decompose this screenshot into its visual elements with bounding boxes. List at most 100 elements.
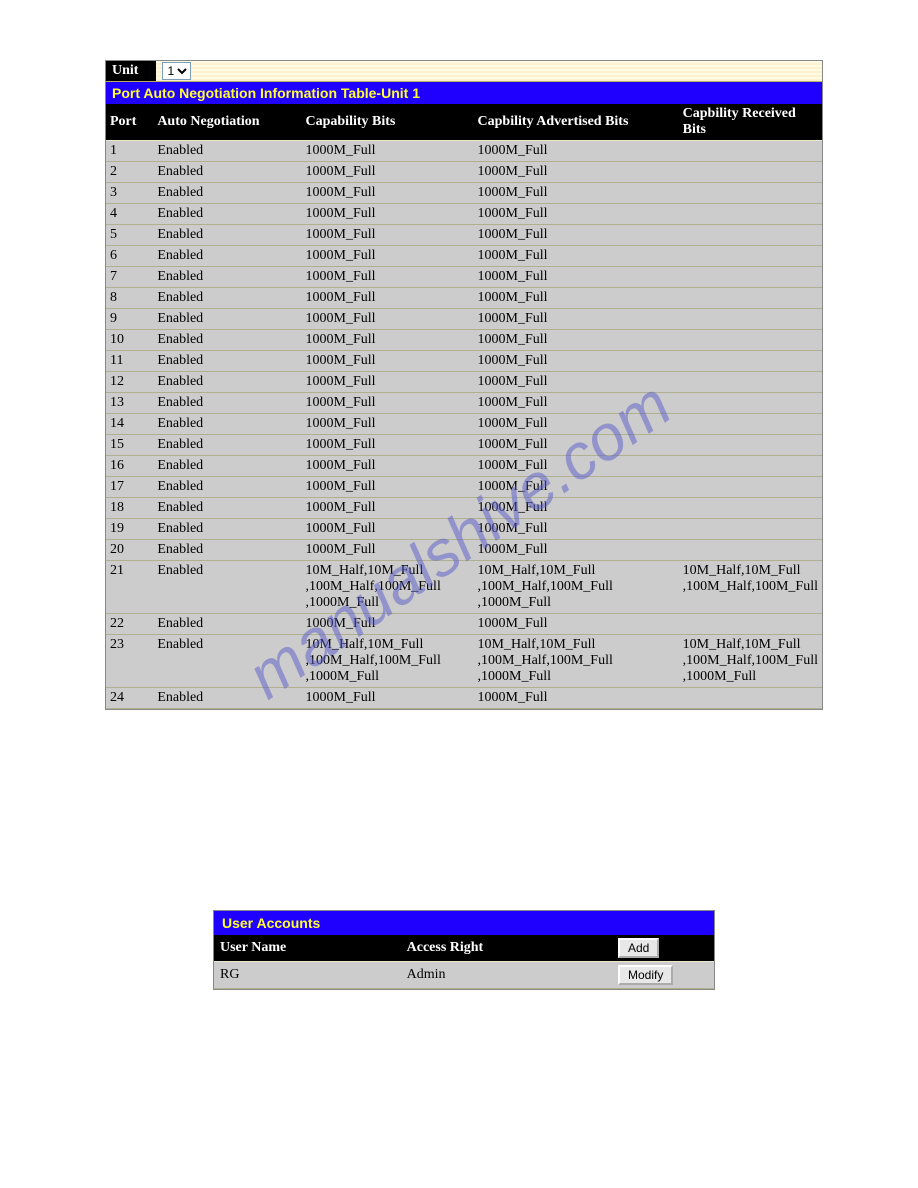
autoneg-cell: Enabled xyxy=(153,414,301,435)
cap-cell: 1000M_Full xyxy=(302,688,474,709)
autoneg-cell: Enabled xyxy=(153,540,301,561)
cap-cell: 1000M_Full xyxy=(302,330,474,351)
adv-cell: 1000M_Full xyxy=(474,309,679,330)
modify-button[interactable]: Modify xyxy=(618,965,673,985)
table-row: 20Enabled1000M_Full1000M_Full xyxy=(106,540,822,561)
adv-cell: 10M_Half,10M_Full,100M_Half,100M_Full,10… xyxy=(474,635,679,688)
autoneg-cell: Enabled xyxy=(153,393,301,414)
col-header-recv: Capbility Received Bits xyxy=(679,104,822,141)
autoneg-cell: Enabled xyxy=(153,309,301,330)
port-cell: 19 xyxy=(106,519,153,540)
table-row: 16Enabled1000M_Full1000M_Full xyxy=(106,456,822,477)
table-row: 3Enabled1000M_Full1000M_Full xyxy=(106,183,822,204)
cap-cell: 1000M_Full xyxy=(302,456,474,477)
recv-cell xyxy=(679,519,822,540)
adv-cell: 1000M_Full xyxy=(474,141,679,162)
port-cell: 13 xyxy=(106,393,153,414)
cap-cell: 1000M_Full xyxy=(302,372,474,393)
table-row: 2Enabled1000M_Full1000M_Full xyxy=(106,162,822,183)
cap-cell: 1000M_Full xyxy=(302,162,474,183)
recv-cell xyxy=(679,225,822,246)
cap-cell: 1000M_Full xyxy=(302,246,474,267)
port-cell: 1 xyxy=(106,141,153,162)
port-cell: 24 xyxy=(106,688,153,709)
recv-cell xyxy=(679,267,822,288)
autoneg-cell: Enabled xyxy=(153,183,301,204)
cap-cell: 1000M_Full xyxy=(302,183,474,204)
autoneg-cell: Enabled xyxy=(153,288,301,309)
adv-cell: 1000M_Full xyxy=(474,351,679,372)
unit-selector-row: Unit 1 xyxy=(106,61,822,82)
col-header-port: Port xyxy=(106,104,153,141)
table-row: 9Enabled1000M_Full1000M_Full xyxy=(106,309,822,330)
autoneg-cell: Enabled xyxy=(153,351,301,372)
port-cell: 15 xyxy=(106,435,153,456)
adv-cell: 1000M_Full xyxy=(474,614,679,635)
port-cell: 9 xyxy=(106,309,153,330)
port-table-title: Port Auto Negotiation Information Table-… xyxy=(106,82,822,104)
recv-cell xyxy=(679,688,822,709)
table-row: 4Enabled1000M_Full1000M_Full xyxy=(106,204,822,225)
recv-cell xyxy=(679,393,822,414)
col-header-adv: Capbility Advertised Bits xyxy=(474,104,679,141)
table-row: 15Enabled1000M_Full1000M_Full xyxy=(106,435,822,456)
cap-cell: 1000M_Full xyxy=(302,309,474,330)
cap-cell: 1000M_Full xyxy=(302,351,474,372)
user-table-header-row: User Name Access Right Add xyxy=(214,935,714,962)
col-header-username: User Name xyxy=(214,935,401,962)
recv-cell xyxy=(679,477,822,498)
table-row: 23Enabled10M_Half,10M_Full,100M_Half,100… xyxy=(106,635,822,688)
port-neg-panel: Unit 1 Port Auto Negotiation Information… xyxy=(105,60,823,710)
port-cell: 20 xyxy=(106,540,153,561)
cap-cell: 1000M_Full xyxy=(302,477,474,498)
port-cell: 4 xyxy=(106,204,153,225)
recv-cell xyxy=(679,246,822,267)
add-button[interactable]: Add xyxy=(618,938,659,958)
col-header-actions: Add xyxy=(612,935,714,962)
adv-cell: 1000M_Full xyxy=(474,540,679,561)
unit-select[interactable]: 1 xyxy=(162,62,191,80)
recv-cell xyxy=(679,288,822,309)
user-accounts-title: User Accounts xyxy=(214,911,714,935)
port-cell: 12 xyxy=(106,372,153,393)
cap-cell: 1000M_Full xyxy=(302,435,474,456)
adv-cell: 1000M_Full xyxy=(474,456,679,477)
table-row: 21Enabled10M_Half,10M_Full,100M_Half,100… xyxy=(106,561,822,614)
table-row: 18Enabled1000M_Full1000M_Full xyxy=(106,498,822,519)
table-row: 6Enabled1000M_Full1000M_Full xyxy=(106,246,822,267)
col-header-autoneg: Auto Negotiation xyxy=(153,104,301,141)
port-cell: 10 xyxy=(106,330,153,351)
adv-cell: 1000M_Full xyxy=(474,225,679,246)
port-cell: 3 xyxy=(106,183,153,204)
cap-cell: 10M_Half,10M_Full,100M_Half,100M_Full,10… xyxy=(302,635,474,688)
cap-cell: 1000M_Full xyxy=(302,225,474,246)
adv-cell: 1000M_Full xyxy=(474,477,679,498)
port-cell: 17 xyxy=(106,477,153,498)
port-cell: 18 xyxy=(106,498,153,519)
adv-cell: 1000M_Full xyxy=(474,498,679,519)
adv-cell: 1000M_Full xyxy=(474,162,679,183)
port-cell: 11 xyxy=(106,351,153,372)
recv-cell xyxy=(679,141,822,162)
adv-cell: 1000M_Full xyxy=(474,267,679,288)
recv-cell xyxy=(679,540,822,561)
autoneg-cell: Enabled xyxy=(153,372,301,393)
port-cell: 6 xyxy=(106,246,153,267)
port-cell: 14 xyxy=(106,414,153,435)
unit-label: Unit xyxy=(106,61,156,81)
autoneg-cell: Enabled xyxy=(153,498,301,519)
cap-cell: 1000M_Full xyxy=(302,267,474,288)
autoneg-cell: Enabled xyxy=(153,162,301,183)
table-row: 22Enabled1000M_Full1000M_Full xyxy=(106,614,822,635)
adv-cell: 1000M_Full xyxy=(474,372,679,393)
adv-cell: 1000M_Full xyxy=(474,288,679,309)
port-cell: 8 xyxy=(106,288,153,309)
access-cell: Admin xyxy=(401,962,612,989)
recv-cell xyxy=(679,614,822,635)
autoneg-cell: Enabled xyxy=(153,688,301,709)
port-cell: 5 xyxy=(106,225,153,246)
user-accounts-panel: User Accounts User Name Access Right Add… xyxy=(213,910,715,990)
port-cell: 23 xyxy=(106,635,153,688)
cap-cell: 1000M_Full xyxy=(302,141,474,162)
cap-cell: 1000M_Full xyxy=(302,498,474,519)
